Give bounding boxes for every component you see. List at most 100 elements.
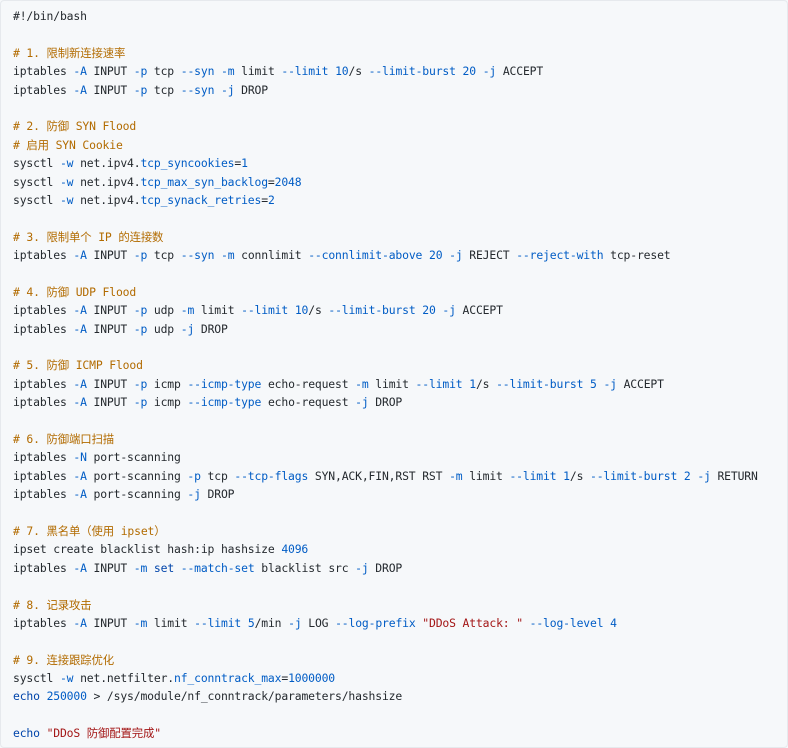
code-token: port-scanning: [86, 450, 181, 465]
code-line: sysctl -w net.ipv4.tcp_synack_retries=2: [13, 191, 775, 209]
code-line: iptables -A INPUT -p icmp --icmp-type ec…: [13, 393, 775, 411]
code-token: --log-prefix: [335, 615, 416, 630]
code-token: sysctl: [13, 671, 60, 686]
code-token: LOG: [301, 615, 336, 630]
code-token: tcp_synack_retries: [140, 192, 262, 207]
code-line: iptables -A INPUT -p udp -j DROP: [13, 320, 775, 338]
code-token: limit: [234, 64, 282, 79]
code-line: #!/bin/bash: [13, 7, 775, 25]
code-token: udp: [147, 321, 181, 336]
code-token: iptables: [13, 303, 74, 318]
code-token: echo: [13, 726, 40, 741]
code-token: icmp: [147, 395, 188, 410]
code-line: iptables -A INPUT -p tcp --syn -j DROP: [13, 81, 775, 99]
code-line: # 启用 SYN Cookie: [13, 136, 775, 154]
code-token: -p: [133, 82, 148, 97]
code-token: 20: [462, 64, 477, 79]
code-token: RETURN: [710, 468, 758, 483]
code-line: iptables -A INPUT -m limit --limit 5/min…: [13, 614, 775, 632]
code-token: --limit-burst: [496, 376, 584, 391]
code-line: # 6. 防御端口扫描: [13, 430, 775, 448]
code-token: iptables: [13, 82, 74, 97]
code-token: 250000: [46, 689, 87, 704]
code-token: 20: [422, 303, 436, 318]
code-token: tcp_max_syn_backlog: [140, 174, 268, 189]
code-token: net.ipv4.: [73, 174, 141, 189]
code-line: # 1. 限制新连接速率: [13, 44, 775, 62]
code-token: INPUT: [86, 64, 134, 79]
code-token: connlimit: [234, 248, 309, 263]
code-line: iptables -A INPUT -m set --match-set bla…: [13, 559, 775, 577]
code-token: =: [267, 174, 275, 189]
code-token: SYN,ACK,FIN,RST RST: [308, 468, 450, 483]
code-token: limit: [368, 376, 416, 391]
code-line: iptables -A INPUT -p udp -m limit --limi…: [13, 301, 775, 319]
code-token: -p: [133, 64, 148, 79]
code-token: limit: [462, 468, 510, 483]
code-block: #!/bin/bash # 1. 限制新连接速率 iptables -A INPU…: [0, 0, 788, 748]
code-token: --limit: [281, 64, 329, 79]
code-token: sysctl: [13, 192, 60, 207]
code-token: -A: [73, 376, 87, 391]
code-lines: #!/bin/bash # 1. 限制新连接速率 iptables -A INPU…: [13, 7, 775, 743]
code-token: /min: [254, 615, 289, 630]
code-line: echo "DDoS 防御配置完成": [13, 724, 775, 742]
code-token: iptables: [13, 487, 74, 502]
code-line: # 2. 防御 SYN Flood: [13, 117, 775, 135]
code-token: iptables: [13, 468, 74, 483]
code-token: # 9. 连接跟踪优化: [13, 652, 114, 667]
code-token: -w: [59, 174, 74, 189]
code-token: INPUT: [86, 395, 134, 410]
code-token: --limit: [194, 615, 242, 630]
code-token: ACCEPT: [496, 64, 544, 79]
code-line: sysctl -w net.ipv4.tcp_syncookies=1: [13, 154, 775, 172]
code-token: -A: [73, 248, 87, 263]
code-token: -m: [355, 376, 369, 391]
code-token: -j: [187, 487, 201, 502]
code-line: iptables -A port-scanning -p tcp --tcp-f…: [13, 467, 775, 485]
code-token: blacklist src: [254, 560, 356, 575]
code-token: -p: [187, 468, 201, 483]
code-token: INPUT: [86, 248, 134, 263]
code-token: -A: [73, 487, 87, 502]
code-token: udp: [147, 303, 181, 318]
code-token: # 4. 防御 UDP Flood: [13, 284, 137, 299]
code-token: -j: [697, 468, 711, 483]
code-token: -j: [449, 248, 463, 263]
code-token: 2: [267, 192, 275, 207]
code-token: -w: [59, 671, 74, 686]
code-token: # 5. 防御 ICMP Flood: [13, 358, 143, 373]
code-token: tcp-reset: [603, 248, 671, 263]
code-token: 5: [590, 376, 597, 391]
code-token: 4: [610, 615, 617, 630]
code-token: DROP: [200, 487, 235, 502]
code-token: 1: [241, 156, 248, 171]
code-line: # 7. 黑名单（使用 ipset）: [13, 522, 775, 540]
code-token: -w: [59, 192, 74, 207]
code-token: 20: [428, 248, 443, 263]
code-token: -j: [482, 64, 497, 79]
code-token: -p: [133, 248, 148, 263]
code-token: /s: [475, 376, 497, 391]
code-token: iptables: [13, 560, 74, 575]
code-token: --limit-burst: [368, 64, 456, 79]
code-token: 4096: [281, 542, 309, 557]
code-token: --limit: [509, 468, 557, 483]
code-token: 1000000: [288, 671, 336, 686]
code-token: > /sys/module/nf_conntrack/parameters/ha…: [86, 689, 403, 704]
code-token: /s: [348, 64, 369, 79]
code-token: -N: [73, 450, 87, 465]
code-token: INPUT: [86, 321, 134, 336]
code-token: "DDoS 防御配置完成": [46, 726, 162, 741]
